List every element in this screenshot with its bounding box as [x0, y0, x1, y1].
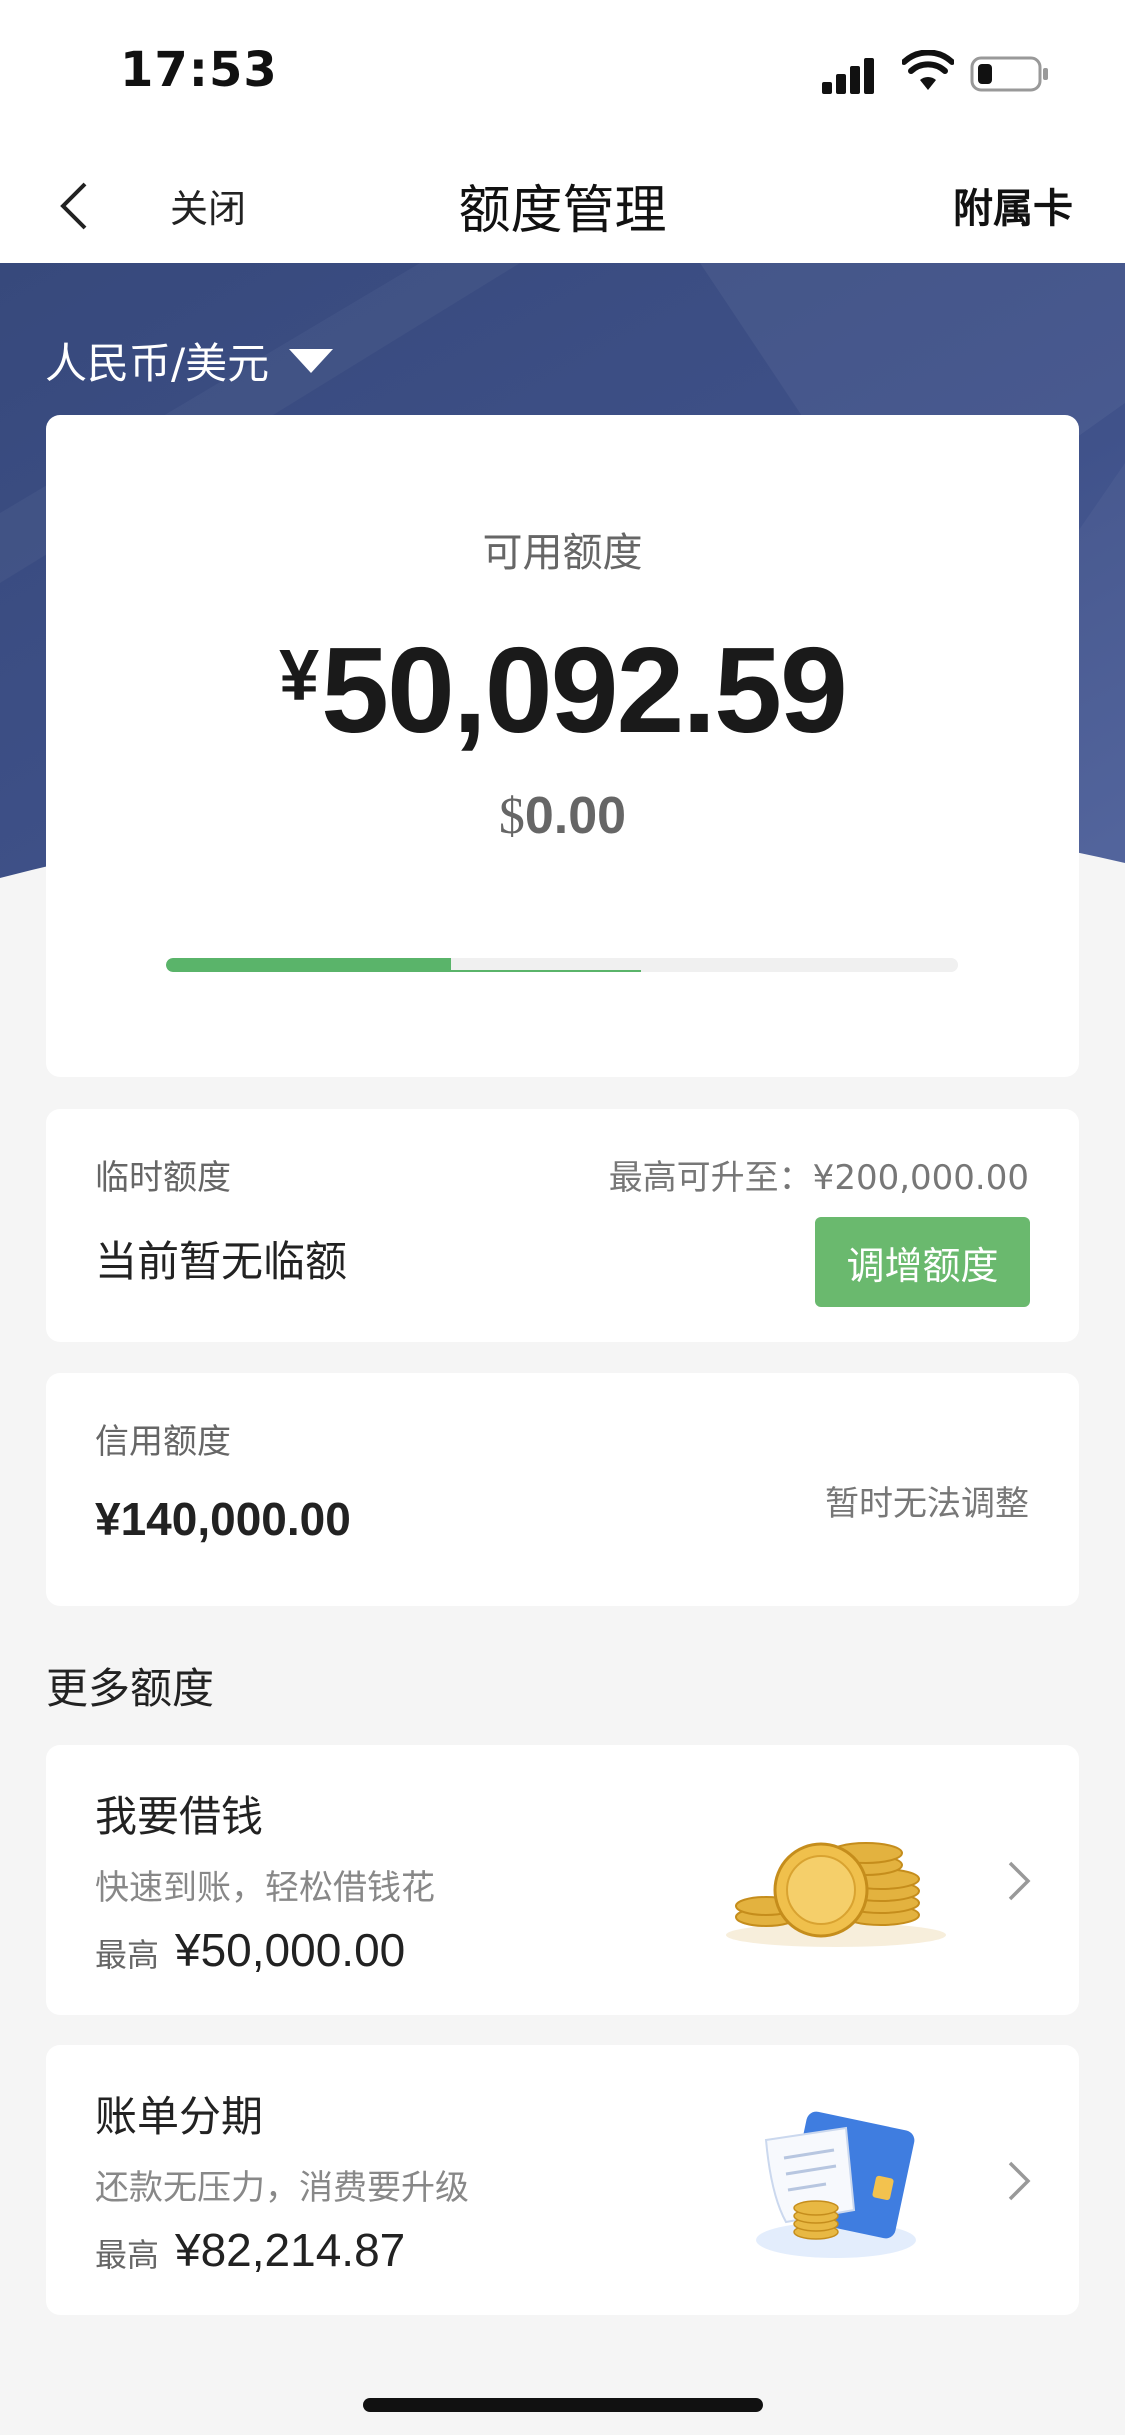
currency-selector[interactable]: 人民币/美元	[45, 330, 334, 391]
credit-limit-label: 信用额度	[95, 1422, 231, 1462]
installment-title: 账单分期	[95, 2092, 264, 2141]
wifi-icon	[902, 50, 954, 90]
temp-credit-status: 当前暂无临额	[95, 1237, 348, 1286]
currency-label: 人民币/美元	[45, 339, 270, 388]
credit-limit-note: 暂时无法调整	[825, 1484, 1029, 1524]
status-time: 17:53	[120, 42, 278, 98]
supplementary-card-button[interactable]: 附属卡	[953, 176, 1073, 234]
loan-card[interactable]: 我要借钱 快速到账，轻松借钱花 最高 ¥50,000.00	[46, 1745, 1079, 2015]
bill-card-icon	[756, 2111, 916, 2258]
credit-usage-bar	[166, 958, 958, 972]
credit-usage-fill-secondary	[451, 970, 641, 972]
temp-credit-max: 最高可升至：¥200,000.00	[608, 1158, 1029, 1198]
chevron-right-icon	[1008, 2161, 1031, 2201]
available-label: 可用额度	[482, 530, 643, 576]
temp-credit-label: 临时额度	[95, 1158, 231, 1198]
credit-usage-fill	[166, 958, 451, 972]
cellular-signal-icon	[822, 58, 874, 94]
gold-coins-icon	[726, 1842, 946, 1947]
available-cny-amount: ¥50,092.59	[279, 622, 848, 758]
battery-icon	[970, 56, 1048, 92]
loan-subtitle: 快速到账，轻松借钱花	[95, 1868, 435, 1908]
chevron-right-icon	[1008, 1861, 1031, 1901]
caret-down-icon	[289, 348, 334, 373]
installment-max: 最高 ¥82,214.87	[95, 2224, 406, 2276]
credit-limit-amount: ¥140,000.00	[95, 1493, 351, 1545]
increase-limit-button[interactable]: 调增额度	[815, 1217, 1030, 1307]
installment-subtitle: 还款无压力，消费要升级	[95, 2168, 469, 2208]
more-credit-title: 更多额度	[46, 1664, 215, 1713]
home-indicator	[363, 2398, 763, 2412]
installment-card[interactable]: 账单分期 还款无压力，消费要升级 最高 ¥82,214.87	[46, 2045, 1079, 2315]
loan-max: 最高 ¥50,000.00	[95, 1924, 406, 1976]
loan-title: 我要借钱	[95, 1792, 264, 1841]
available-usd-amount: $0.00	[498, 787, 627, 845]
